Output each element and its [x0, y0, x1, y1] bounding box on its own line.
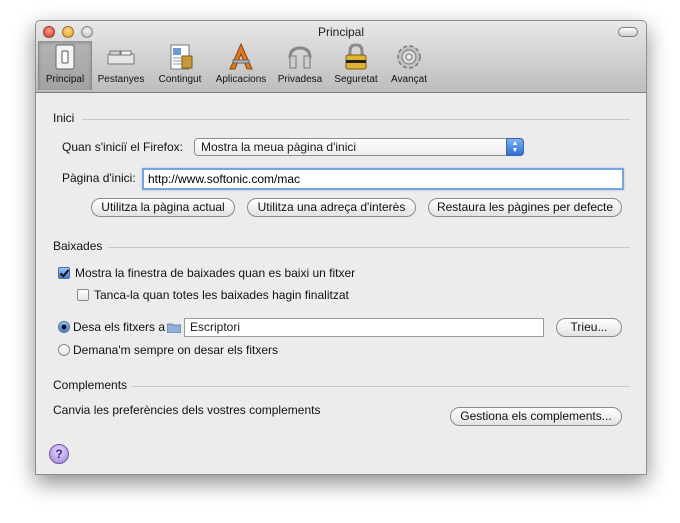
window-title: Principal	[317, 25, 365, 39]
tab-pestanyes[interactable]: Pestanyes	[92, 41, 150, 90]
privacy-icon	[288, 46, 312, 69]
tab-label: Privadesa	[277, 74, 323, 85]
download-folder-value: Escriptori	[190, 320, 241, 334]
folder-icon	[167, 323, 181, 333]
use-bookmark-button[interactable]: Utilitza una adreça d'interès	[247, 198, 416, 217]
show-downloads-label: Mostra la finestra de baixades quan es b…	[75, 266, 356, 280]
chevron-updown-icon: ▲ ▼	[506, 138, 524, 156]
startup-select-value: Mostra la meua pàgina d'inici	[201, 140, 357, 154]
preferences-toolbar: Principal Pestanyes Contingut Aplicacion…	[38, 41, 434, 91]
use-current-page-button[interactable]: Utilitza la pàgina actual	[91, 198, 235, 217]
lock-icon	[345, 43, 367, 70]
tab-label: Avançat	[391, 74, 427, 85]
always-ask-label: Demana'm sempre on desar els fitxers	[73, 343, 279, 357]
tab-label: Principal	[45, 74, 85, 85]
save-to-label: Desa els fitxers a	[73, 320, 166, 334]
tab-aplicacions[interactable]: Aplicacions	[210, 41, 272, 90]
homepage-input[interactable]	[142, 168, 624, 190]
complements-description: Canvia les preferències dels vostres com…	[53, 403, 321, 417]
close-when-done-checkbox[interactable]	[77, 289, 89, 301]
help-button[interactable]: ?	[49, 444, 69, 464]
content-icon	[170, 44, 193, 70]
toolbar-toggle-button[interactable]	[618, 27, 638, 37]
divider	[132, 386, 630, 387]
startup-select[interactable]: Mostra la meua pàgina d'inici ▲ ▼	[194, 138, 524, 156]
download-folder-field: Escriptori	[184, 318, 544, 337]
tab-privadesa[interactable]: Privadesa	[272, 41, 328, 90]
section-title-complements: Complements	[53, 378, 128, 392]
tab-label: Aplicacions	[215, 74, 267, 85]
restore-default-button[interactable]: Restaura les pàgines per defecte	[428, 198, 622, 217]
tab-principal[interactable]: Principal	[38, 41, 92, 90]
divider	[108, 247, 630, 248]
show-downloads-checkbox[interactable]	[58, 267, 70, 279]
close-when-done-label: Tanca-la quan totes les baixades hagin f…	[94, 288, 349, 302]
tab-label: Pestanyes	[97, 74, 145, 85]
preferences-window: Principal Principal Pestanyes Contingut …	[35, 20, 647, 475]
applications-icon	[229, 42, 253, 70]
title-bar: Principal Principal Pestanyes Contingut …	[36, 21, 646, 93]
section-title-baixades: Baixades	[53, 239, 103, 253]
homepage-label: Pàgina d'inici:	[62, 171, 136, 185]
tab-seguretat[interactable]: Seguretat	[328, 41, 384, 90]
divider	[82, 119, 630, 120]
manage-addons-button[interactable]: Gestiona els complements...	[450, 407, 622, 426]
tab-label: Seguretat	[334, 74, 378, 85]
always-ask-radio[interactable]	[58, 344, 70, 356]
startup-label: Quan s'iniciï el Firefox:	[62, 140, 184, 154]
switch-icon	[55, 44, 75, 70]
tabs-icon	[107, 50, 135, 65]
choose-folder-button[interactable]: Trieu...	[556, 318, 622, 337]
tab-label: Contingut	[158, 74, 202, 85]
tab-contingut[interactable]: Contingut	[150, 41, 210, 90]
preferences-pane: Inici Quan s'iniciï el Firefox: Mostra l…	[36, 93, 646, 474]
gear-icon	[397, 45, 421, 69]
tab-avancat[interactable]: Avançat	[384, 41, 434, 90]
section-title-inici: Inici	[53, 111, 75, 125]
save-to-radio[interactable]	[58, 321, 70, 333]
